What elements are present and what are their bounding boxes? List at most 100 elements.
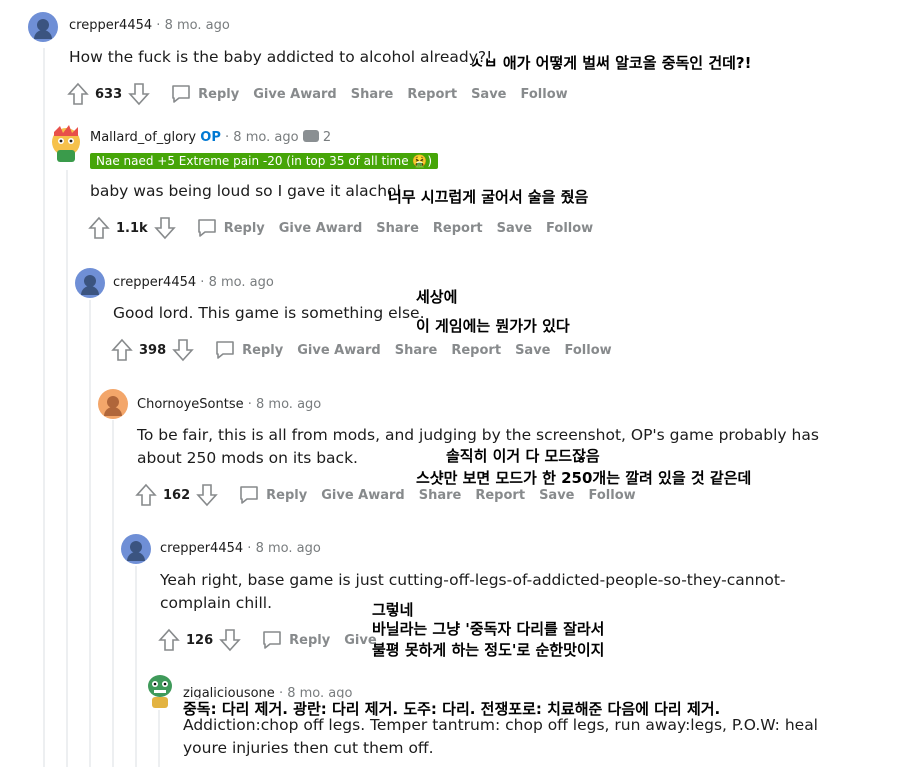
comment-icon [216,341,234,359]
comment-actions: 126 Reply Give [158,628,377,652]
downvote-icon[interactable] [153,216,176,240]
comment-body-line: Addiction:chop off legs. Temper tantrum:… [183,716,818,734]
vote-score: 398 [139,342,167,358]
upvote-icon[interactable] [111,338,133,362]
downvote-icon[interactable] [219,628,241,652]
comment-body: Good lord. This game is something else. [113,304,425,322]
comment-icon [172,85,190,103]
translation-overlay: 이 게임에는 뭔가가 있다 [416,317,570,335]
timestamp[interactable]: 8 mo. ago [209,275,274,290]
translation-overlay: ㅅㅂ 애가 어떻게 벌써 알코올 중독인 건데?! [470,54,752,72]
upvote-icon[interactable] [67,82,89,106]
upvote-icon[interactable] [135,483,157,507]
upvote-icon[interactable] [88,216,110,240]
reply-label: Reply [266,487,308,503]
reply-label: Reply [242,342,284,358]
thread-line[interactable] [66,170,68,767]
comment-actions: 633 Reply Give Award Share Report Save F… [67,82,568,106]
comment-meta: ChornoyeSontse · 8 mo. ago [137,397,321,412]
thread-line[interactable] [112,420,114,767]
separator: · [247,541,252,556]
translation-overlay: 솔직히 이거 다 모드잖음 [446,447,600,465]
give-award-button[interactable]: Give [344,633,376,648]
share-button[interactable]: Share [419,488,462,503]
separator: · [200,275,205,290]
avatar[interactable] [121,534,151,564]
follow-button[interactable]: Follow [565,343,612,358]
save-button[interactable]: Save [471,87,506,102]
avatar[interactable] [144,670,176,710]
give-award-button[interactable]: Give Award [297,343,381,358]
reply-button[interactable]: Reply [196,217,265,239]
comment-meta: crepper4454 · 8 mo. ago [113,275,274,290]
username[interactable]: Mallard_of_glory [90,130,196,145]
comment-icon [197,219,216,237]
vote-score: 162 [163,487,191,503]
save-button[interactable]: Save [539,488,574,503]
username[interactable]: crepper4454 [113,275,196,290]
user-flair: Nae naed +5 Extreme pain -20 (in top 35 … [90,153,439,169]
report-button[interactable]: Report [433,221,483,236]
vote-score: 1.1k [116,220,148,236]
vote-score: 126 [186,632,214,648]
comment-body-line: Yeah right, base game is just cutting-of… [160,571,786,589]
avatar[interactable] [48,124,84,164]
share-button[interactable]: Share [351,87,394,102]
downvote-icon[interactable] [128,82,150,106]
award-icon[interactable] [302,130,319,142]
reply-button[interactable]: Reply [261,629,330,651]
reply-button[interactable]: Reply [214,339,283,361]
comment-actions: 162 Reply Give Award Share Report Save F… [135,483,636,507]
give-award-button[interactable]: Give Award [321,488,405,503]
give-award-button[interactable]: Give Award [253,87,337,102]
comment-body: baby was being loud so I gave it alachol [90,182,401,200]
avatar[interactable] [28,12,58,42]
give-award-button[interactable]: Give Award [279,221,363,236]
username[interactable]: crepper4454 [69,18,152,33]
translation-overlay: 그렇네 [372,601,414,619]
follow-button[interactable]: Follow [589,488,636,503]
comment-actions: 398 Reply Give Award Share Report Save F… [111,338,612,362]
op-badge: OP [200,130,221,145]
comment-meta: Mallard_of_glory OP · 8 mo. ago 2 [90,130,331,145]
thread-line[interactable] [89,300,91,767]
avatar[interactable] [98,389,128,419]
username[interactable]: ChornoyeSontse [137,397,244,412]
report-button[interactable]: Report [451,343,501,358]
report-button[interactable]: Report [475,488,525,503]
award-count: 2 [322,130,332,145]
save-button[interactable]: Save [497,221,532,236]
thread-line[interactable] [135,566,137,767]
comment-body-line: To be fair, this is all from mods, and j… [137,426,819,444]
comment-meta: crepper4454 · 8 mo. ago [160,541,321,556]
follow-button[interactable]: Follow [521,87,568,102]
separator: · [156,18,161,33]
report-button[interactable]: Report [407,87,457,102]
share-button[interactable]: Share [395,343,438,358]
reply-button[interactable]: Reply [170,83,239,105]
vote-score: 633 [95,86,123,102]
translation-overlay: 불평 못하게 하는 정도'로 순한맛이지 [372,641,605,659]
avatar[interactable] [75,268,105,298]
downvote-icon[interactable] [196,483,218,507]
username[interactable]: crepper4454 [160,541,243,556]
comment-icon [240,486,258,504]
timestamp[interactable]: 8 mo. ago [233,130,298,145]
timestamp[interactable]: 8 mo. ago [256,397,321,412]
follow-button[interactable]: Follow [546,221,593,236]
translation-overlay: 세상에 [416,288,458,306]
reply-label: Reply [289,632,331,648]
timestamp[interactable]: 8 mo. ago [165,18,230,33]
reply-button[interactable]: Reply [238,484,307,506]
thread-line[interactable] [158,710,160,767]
thread-line[interactable] [43,48,45,767]
timestamp[interactable]: 8 mo. ago [256,541,321,556]
share-button[interactable]: Share [376,221,419,236]
upvote-icon[interactable] [158,628,180,652]
comment-icon [263,631,281,649]
comment-body-line: youre injuries then cut them off. [183,739,434,757]
downvote-icon[interactable] [172,338,194,362]
save-button[interactable]: Save [515,343,550,358]
comment-meta: crepper4454 · 8 mo. ago [69,18,230,33]
reply-label: Reply [198,86,240,102]
